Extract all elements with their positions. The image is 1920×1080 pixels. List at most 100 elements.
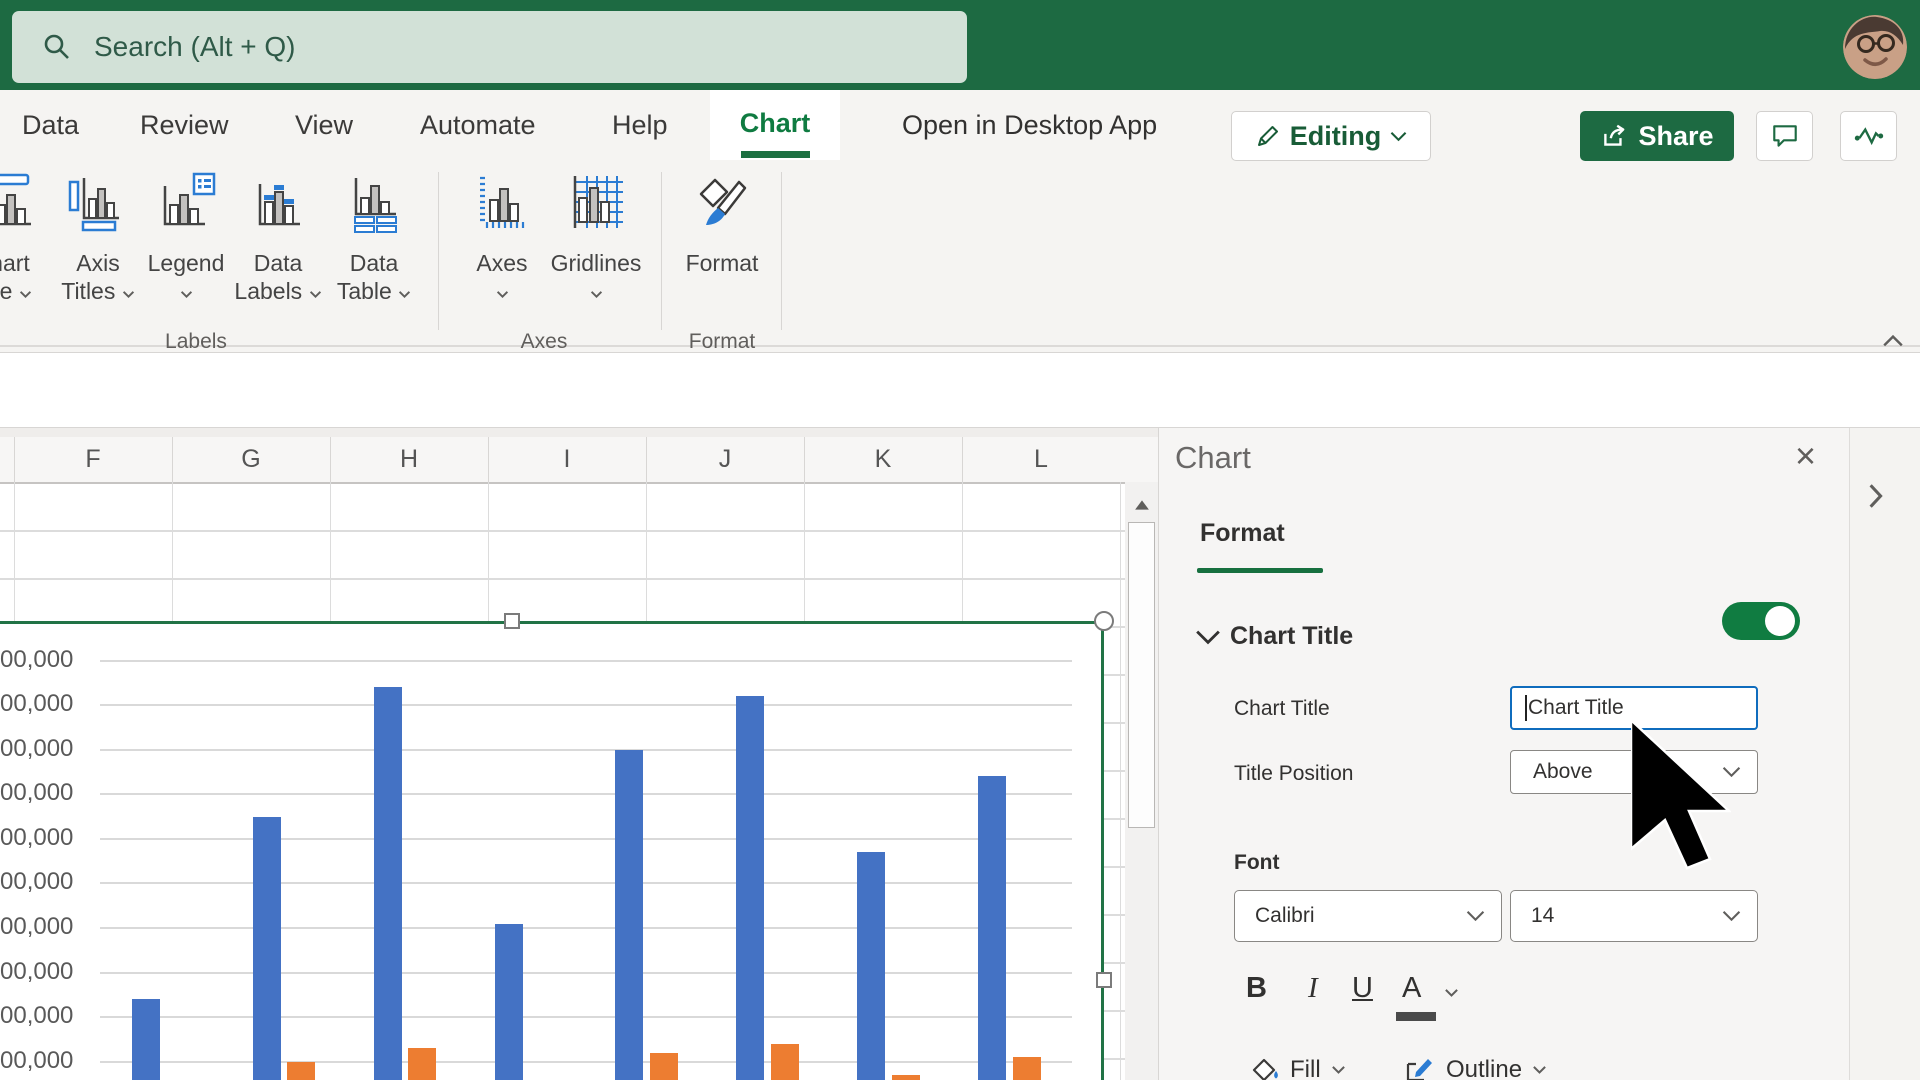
axis-titles-icon xyxy=(68,178,119,232)
ribbon-item-label: Titles xyxy=(61,278,116,304)
search-placeholder: Search (Alt + Q) xyxy=(94,31,296,62)
tab-review[interactable]: Review xyxy=(140,90,229,160)
activity-pulse-icon xyxy=(1854,127,1883,146)
chevron-down-icon[interactable] xyxy=(1444,988,1459,998)
ribbon-axes-button[interactable]: Axes xyxy=(452,168,552,318)
ribbon-bottom-border xyxy=(0,345,1920,347)
share-button[interactable]: Share xyxy=(1580,111,1734,161)
comments-button[interactable] xyxy=(1756,111,1813,161)
share-label: Share xyxy=(1638,120,1714,151)
font-section-label: Font xyxy=(1234,851,1280,874)
panel-rail xyxy=(1849,428,1920,1080)
chart-resize-handle-corner[interactable] xyxy=(1094,611,1114,631)
bar-blue-5[interactable] xyxy=(615,749,644,1080)
ribbon-item-label: Table xyxy=(336,278,392,304)
italic-button[interactable]: I xyxy=(1308,972,1318,1005)
bar-orange-2[interactable] xyxy=(287,1061,316,1080)
column-header-K[interactable]: K xyxy=(803,437,962,482)
chevron-down-icon xyxy=(1533,1066,1546,1074)
collapse-panel-chevron-right-icon[interactable] xyxy=(1868,483,1884,509)
section-chart-title[interactable]: Chart Title xyxy=(1230,622,1353,651)
ribbon-gridlines-button[interactable]: Gridlines xyxy=(546,168,646,318)
bar-blue-2[interactable] xyxy=(252,816,281,1080)
tab-format[interactable]: Format xyxy=(1200,519,1285,548)
search-input[interactable]: Search (Alt + Q) xyxy=(12,11,967,83)
section-chevron-down-icon[interactable] xyxy=(1195,629,1221,645)
bar-blue-4[interactable] xyxy=(494,923,523,1080)
editing-mode-dropdown[interactable]: Editing xyxy=(1231,111,1431,161)
ribbon-format-button[interactable]: Format xyxy=(672,168,772,318)
title-position-field-label: Title Position xyxy=(1234,762,1354,785)
formula-bar[interactable] xyxy=(0,352,1920,428)
ribbon-data-table-button[interactable]: Data Table xyxy=(324,168,424,318)
collapse-ribbon-chevron-icon[interactable] xyxy=(1882,334,1904,348)
tab-automate[interactable]: Automate xyxy=(420,90,536,160)
ribbon-legend-button[interactable]: Legend xyxy=(136,168,236,318)
y-axis-tick-label: 00,000 xyxy=(0,913,74,941)
bar-blue-8[interactable] xyxy=(978,776,1007,1080)
open-in-desktop-button[interactable]: Open in Desktop App xyxy=(902,90,1157,160)
y-axis-tick-label: 00,000 xyxy=(0,645,74,673)
grid-column-line xyxy=(1119,482,1121,1080)
column-header-I[interactable]: I xyxy=(487,437,646,482)
bar-orange-7[interactable] xyxy=(891,1075,920,1080)
chart-gridline xyxy=(100,971,1072,974)
font-size-dropdown[interactable]: 14 xyxy=(1510,890,1758,942)
ribbon-item-label: Gridlines xyxy=(550,250,642,276)
column-header-L[interactable]: L xyxy=(961,437,1120,482)
activity-button[interactable] xyxy=(1840,111,1897,161)
font-color-button[interactable]: A xyxy=(1402,972,1421,1005)
tab-help[interactable]: Help xyxy=(612,90,668,160)
outline-button[interactable]: Outline xyxy=(1402,1054,1547,1080)
underline-button[interactable]: U xyxy=(1352,972,1373,1005)
chart-title-toggle-on[interactable] xyxy=(1722,602,1800,640)
scrollbar-thumb[interactable] xyxy=(1128,522,1155,828)
column-header-F[interactable]: F xyxy=(13,437,172,482)
column-header-H[interactable]: H xyxy=(329,437,488,482)
ribbon-axis-titles-button[interactable]: Axis Titles xyxy=(48,168,148,318)
chevron-down-icon xyxy=(1390,131,1407,141)
chart-resize-handle-right[interactable] xyxy=(1096,972,1112,988)
fill-bucket-icon xyxy=(1252,1058,1278,1080)
chevron-down-icon xyxy=(399,291,411,299)
ribbon-item-label: Legend xyxy=(147,250,225,276)
embedded-bar-chart[interactable]: 00,000 00,000 00,000 00,000 00,000 00,000 00,0… xyxy=(0,621,1104,1080)
close-icon[interactable]: × xyxy=(1795,438,1816,474)
scrollbar-up-button[interactable] xyxy=(1129,492,1154,518)
bar-orange-8[interactable] xyxy=(1012,1057,1041,1080)
bar-orange-5[interactable] xyxy=(649,1052,678,1080)
editing-label: Editing xyxy=(1289,120,1382,151)
ribbon-group-labels: Labels xyxy=(165,330,227,353)
tab-data[interactable]: Data xyxy=(22,90,79,160)
chart-gridline xyxy=(100,837,1072,840)
tab-view[interactable]: View xyxy=(295,90,353,160)
avatar[interactable] xyxy=(1843,15,1907,79)
toggle-knob xyxy=(1765,606,1795,636)
font-color-swatch xyxy=(1396,1012,1436,1021)
bar-blue-6[interactable] xyxy=(736,696,765,1080)
chart-resize-handle-top[interactable] xyxy=(504,613,520,629)
chart-selection-border-top xyxy=(0,621,1104,624)
ribbon-data-labels-button[interactable]: Data Labels xyxy=(228,168,328,318)
bar-orange-6[interactable] xyxy=(770,1043,799,1080)
bar-orange-3[interactable] xyxy=(408,1048,437,1080)
font-name-dropdown[interactable]: Calibri xyxy=(1234,890,1502,942)
column-header-G[interactable]: G xyxy=(171,437,330,482)
bar-blue-7[interactable] xyxy=(857,852,886,1080)
chevron-down-icon xyxy=(1466,911,1485,922)
tab-chart-selected[interactable]: Chart xyxy=(710,90,840,160)
chevron-down-icon xyxy=(19,291,31,299)
bar-blue-3[interactable] xyxy=(373,687,402,1080)
fill-button[interactable]: Fill xyxy=(1248,1054,1346,1080)
panel-title: Chart xyxy=(1175,440,1251,475)
gridlines-icon xyxy=(573,176,623,228)
mouse-cursor xyxy=(1631,720,1731,870)
bold-button[interactable]: B xyxy=(1246,972,1267,1005)
column-header-J[interactable]: J xyxy=(645,437,804,482)
ribbon-item-label: Data xyxy=(349,250,399,276)
chart-gridline xyxy=(100,1016,1072,1019)
format-tab-underline xyxy=(1197,568,1323,573)
bar-blue-1[interactable] xyxy=(132,999,160,1080)
share-icon xyxy=(1604,124,1625,146)
grid-row-line xyxy=(0,530,1125,532)
